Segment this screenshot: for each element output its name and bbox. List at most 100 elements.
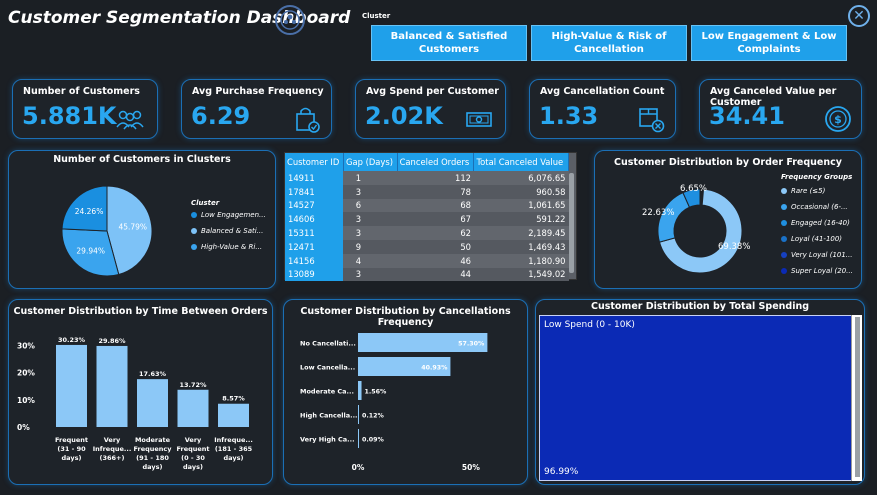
legend-item-frequency-group[interactable]: Engaged (16-40) bbox=[781, 215, 861, 231]
bar-data-label: 17.63% bbox=[139, 370, 167, 378]
x-axis-label: Moderate bbox=[135, 436, 171, 444]
slicer-option-balanced[interactable]: Balanced & Satisfied Customers bbox=[371, 25, 527, 61]
cell-gap-days: 4 bbox=[343, 253, 398, 268]
bar-data-label: 0.09% bbox=[362, 437, 385, 444]
bar[interactable] bbox=[96, 345, 128, 427]
kpi-label: Avg Spend per Customer bbox=[366, 86, 499, 97]
cell-customer-id: 13089 bbox=[285, 267, 344, 282]
table-scrollbar[interactable] bbox=[569, 173, 574, 273]
x-axis-label: days) bbox=[183, 463, 203, 471]
legend-label: Engaged (16-40) bbox=[791, 219, 850, 227]
slicer-option-low-engagement[interactable]: Low Engagement & Low Complaints bbox=[691, 25, 847, 61]
legend-item-balanced[interactable]: Balanced & Sati... bbox=[191, 223, 275, 239]
treemap-label: Low Spend (0 - 10K) bbox=[544, 320, 635, 330]
y-category-label: No Cancellati... bbox=[300, 340, 356, 348]
x-axis-label: Frequent bbox=[176, 445, 209, 453]
x-axis-label: Very bbox=[185, 436, 202, 444]
y-tick-label: 30% bbox=[17, 342, 35, 351]
cancellations-table[interactable]: Customer ID Gap (Days) Canceled Orders T… bbox=[284, 152, 577, 282]
cell-customer-id: 17841 bbox=[285, 184, 344, 199]
column-header-gap-days[interactable]: Gap (Days) bbox=[343, 153, 398, 171]
kpi-card-customers: Number of Customers 5.881K bbox=[12, 79, 158, 139]
pie-slice-label: 29.94% bbox=[76, 246, 105, 255]
y-tick-label: 0% bbox=[17, 423, 30, 432]
cell-customer-id: 15311 bbox=[285, 226, 344, 240]
bar[interactable] bbox=[358, 405, 359, 424]
y-tick-label: 20% bbox=[17, 369, 35, 378]
order-frequency-panel: Customer Distribution by Order Frequency… bbox=[594, 150, 862, 289]
cell-total-canceled-value: 6,076.65 bbox=[473, 171, 569, 185]
bar[interactable] bbox=[56, 344, 87, 427]
clusters-pie-chart[interactable]: 45.79% 29.94% 24.26% bbox=[57, 181, 157, 281]
pie-slice-label: 45.79% bbox=[118, 223, 147, 232]
x-axis-label: days) bbox=[224, 454, 244, 462]
cell-gap-days: 1 bbox=[343, 171, 398, 185]
column-header-total-canceled-value[interactable]: Total Canceled Value bbox=[473, 153, 569, 171]
legend-dot bbox=[191, 212, 197, 218]
total-spending-title: Customer Distribution by Total Spending bbox=[590, 301, 810, 312]
table-row[interactable]: 14156 4 46 1,180.90 bbox=[285, 253, 569, 268]
bar-data-label: 13.72% bbox=[179, 381, 207, 389]
legend-label: Low Engagemen... bbox=[201, 211, 266, 219]
table-row[interactable]: 13089 3 44 1,549.02 bbox=[285, 267, 569, 282]
x-axis-label: Frequent bbox=[55, 436, 88, 444]
table-row[interactable]: 17841 3 78 960.58 bbox=[285, 184, 569, 199]
money-icon bbox=[466, 112, 492, 127]
column-header-canceled-orders[interactable]: Canceled Orders bbox=[397, 153, 475, 171]
table-row[interactable]: 14911 1 112 6,076.65 bbox=[285, 171, 569, 185]
legend-item-frequency-group[interactable]: Super Loyal (20... bbox=[781, 263, 861, 279]
slicer-option-high-value[interactable]: High-Value & Risk of Cancellation bbox=[531, 25, 687, 61]
bar-data-label: 8.57% bbox=[222, 395, 245, 403]
cell-gap-days: 3 bbox=[343, 226, 398, 240]
bar[interactable] bbox=[358, 381, 362, 400]
cell-canceled-orders: 68 bbox=[397, 198, 474, 213]
treemap-scrollbar[interactable] bbox=[851, 315, 862, 481]
y-category-label: Low Cancella... bbox=[300, 364, 355, 372]
bar-data-label: 1.56% bbox=[365, 389, 388, 396]
legend-dot bbox=[781, 204, 787, 210]
x-axis-label: (366+) bbox=[100, 454, 125, 462]
bar[interactable] bbox=[358, 429, 359, 448]
table-row[interactable]: 15311 3 62 2,189.45 bbox=[285, 226, 569, 240]
cell-customer-id: 14156 bbox=[285, 253, 344, 268]
kpi-label: Number of Customers bbox=[23, 86, 140, 97]
order-frequency-donut[interactable]: 69.38% 22.63% 6.65% bbox=[642, 181, 750, 281]
x-axis-label: Very bbox=[104, 436, 121, 444]
box-cancel-icon bbox=[639, 108, 665, 133]
table-row[interactable]: 12471 9 50 1,469.43 bbox=[285, 239, 569, 254]
legend-dot bbox=[781, 188, 787, 194]
bar-data-label: 29.86% bbox=[98, 337, 126, 345]
legend-item-frequency-group[interactable]: Very Loyal (101... bbox=[781, 247, 861, 263]
cell-customer-id: 14606 bbox=[285, 212, 344, 227]
kpi-card-canceled-value: Avg Canceled Value per Customer 34.41 $ bbox=[699, 79, 862, 139]
cell-total-canceled-value: 591.22 bbox=[473, 212, 569, 227]
cell-customer-id: 14527 bbox=[285, 198, 344, 213]
column-header-customer-id[interactable]: Customer ID bbox=[285, 153, 344, 171]
table-row[interactable]: 14527 6 68 1,061.65 bbox=[285, 198, 569, 213]
legend-item-high-value[interactable]: High-Value & Ri... bbox=[191, 239, 275, 255]
time-between-bar-chart[interactable]: 30%20%10%0%30.23%Frequent(31 - 90days)29… bbox=[9, 320, 274, 484]
spending-treemap-tile[interactable]: Low Spend (0 - 10K) 96.99% bbox=[539, 315, 860, 481]
kpi-label: Avg Purchase Frequency bbox=[192, 86, 324, 97]
legend-dot bbox=[781, 220, 787, 226]
x-axis-label: Infreque... bbox=[214, 436, 253, 444]
clusters-pie-panel: Number of Customers in Clusters 45.79% 29… bbox=[8, 150, 276, 289]
legend-item-frequency-group[interactable]: Rare (≤5) bbox=[781, 183, 861, 199]
x-axis-label: Infreque... bbox=[93, 445, 132, 453]
legend-label: Very Loyal (101... bbox=[791, 251, 853, 259]
close-icon[interactable]: ✕ bbox=[848, 5, 870, 27]
donut-label: 69.38% bbox=[718, 242, 750, 252]
table-row[interactable]: 14606 3 67 591.22 bbox=[285, 212, 569, 227]
bar[interactable] bbox=[177, 389, 209, 427]
legend-item-low-engagement[interactable]: Low Engagemen... bbox=[191, 207, 275, 223]
cancellations-bar-chart[interactable]: No Cancellati... 57.30% Low Cancella... 40.… bbox=[284, 320, 529, 484]
y-tick-label: 10% bbox=[17, 396, 35, 405]
legend-item-frequency-group[interactable]: Loyal (41-100) bbox=[781, 231, 861, 247]
bar[interactable] bbox=[218, 403, 249, 427]
bar[interactable] bbox=[137, 379, 168, 427]
kpi-value: 1.33 bbox=[539, 102, 599, 130]
kpi-value: 5.881K bbox=[22, 102, 117, 130]
treemap-scroll-thumb[interactable] bbox=[855, 317, 860, 477]
pie-slice-label: 24.26% bbox=[75, 207, 104, 216]
legend-item-frequency-group[interactable]: Occasional (6-... bbox=[781, 199, 861, 215]
